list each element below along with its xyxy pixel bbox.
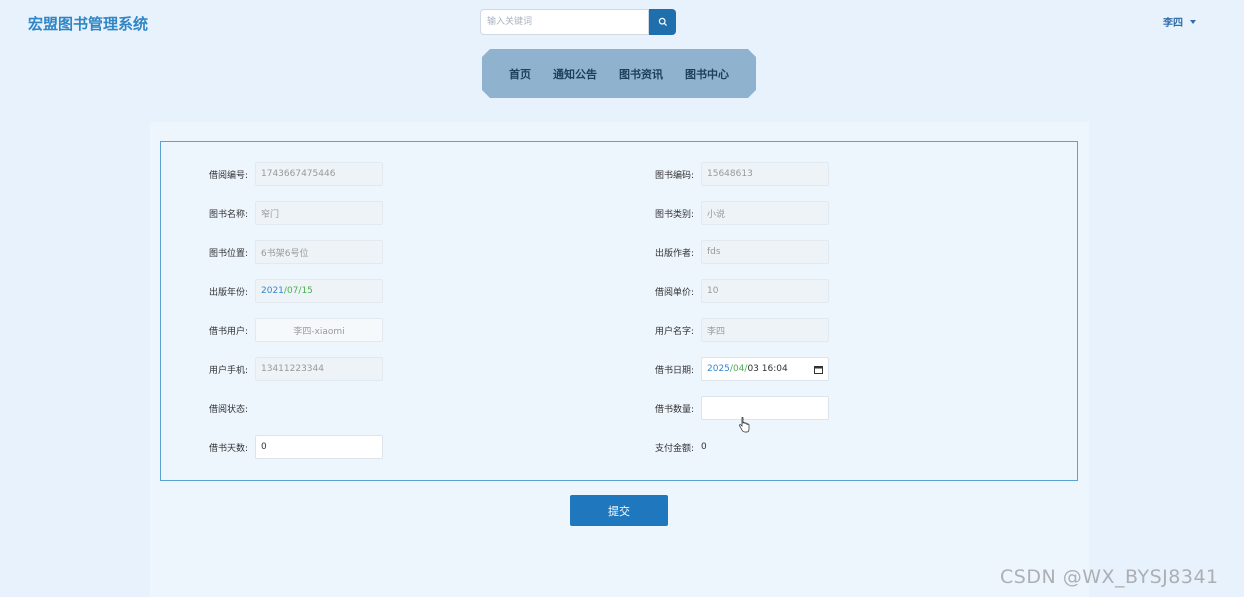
nav-item-notices[interactable]: 通知公告 (542, 66, 608, 82)
row-book-type: 图书类别: 小说 (655, 201, 829, 225)
borrow-no-label: 借阅编号: (209, 170, 249, 181)
price-field[interactable]: 10 (701, 279, 829, 303)
quantity-input[interactable] (701, 396, 829, 420)
borrow-date-input[interactable]: 2025/04/03 16:04 (701, 357, 829, 381)
search-input[interactable] (480, 9, 649, 35)
row-borrow-date: 借书日期: 2025/04/03 16:04 (655, 357, 829, 381)
borrow-user-select[interactable]: 李四-xiaomi (255, 318, 383, 342)
submit-button[interactable]: 提交 (570, 495, 668, 526)
pub-year-year: 2021 (261, 286, 284, 296)
row-book-name: 图书名称: 窄门 (209, 201, 383, 225)
borrow-date-month: /04/ (729, 364, 748, 374)
row-phone: 用户手机: 13411223344 (209, 357, 383, 381)
amount-value: 0 (701, 442, 707, 452)
watermark: CSDN @WX_BYSJ8341 (1000, 566, 1219, 588)
book-location-field[interactable]: 6书架6号位 (255, 240, 383, 264)
nav-item-home[interactable]: 首页 (498, 66, 542, 82)
row-pub-year: 出版年份: 2021/07/15 (209, 279, 383, 303)
status-label: 借阅状态: (209, 404, 249, 415)
user-name-field[interactable]: 李四 (701, 318, 829, 342)
pub-year-label: 出版年份: (209, 287, 249, 298)
row-borrow-no: 借阅编号: 1743667475446 (209, 162, 383, 186)
row-status: 借阅状态: (209, 396, 255, 420)
book-code-label: 图书编码: (655, 170, 695, 181)
book-type-label: 图书类别: (655, 209, 695, 220)
phone-field[interactable]: 13411223344 (255, 357, 383, 381)
pub-year-field[interactable]: 2021/07/15 (255, 279, 383, 303)
borrow-no-field[interactable]: 1743667475446 (255, 162, 383, 186)
amount-label: 支付金额: (655, 443, 695, 454)
row-author: 出版作者: fds (655, 240, 829, 264)
quantity-label: 借书数量: (655, 404, 695, 415)
phone-label: 用户手机: (209, 365, 249, 376)
hand-cursor-icon (739, 417, 750, 433)
search-button[interactable] (649, 9, 676, 35)
calendar-icon[interactable] (813, 364, 823, 374)
search-bar (480, 9, 676, 35)
row-user-name: 用户名字: 李四 (655, 318, 829, 342)
brand-title: 宏盟图书管理系统 (28, 15, 149, 33)
pub-year-day: 15 (301, 286, 313, 296)
row-price: 借阅单价: 10 (655, 279, 829, 303)
row-borrow-user: 借书用户: 李四-xiaomi (209, 318, 383, 342)
borrow-date-rest: 03 16:04 (747, 364, 788, 374)
days-label: 借书天数: (209, 443, 249, 454)
pub-year-month: /07/ (283, 286, 302, 296)
borrow-user-label: 借书用户: (209, 326, 249, 337)
days-input[interactable]: 0 (255, 435, 383, 459)
nav-item-book-news[interactable]: 图书资讯 (608, 66, 674, 82)
borrow-date-label: 借书日期: (655, 365, 695, 376)
user-name-label: 用户名字: (655, 326, 695, 337)
book-name-label: 图书名称: (209, 209, 249, 220)
nav-item-book-center[interactable]: 图书中心 (674, 66, 740, 82)
borrow-date-year: 2025 (707, 364, 730, 374)
author-field[interactable]: fds (701, 240, 829, 264)
user-name: 李四 (1163, 18, 1183, 29)
search-icon (658, 17, 667, 27)
row-amount: 支付金额: 0 (655, 435, 707, 459)
row-book-location: 图书位置: 6书架6号位 (209, 240, 383, 264)
book-name-field[interactable]: 窄门 (255, 201, 383, 225)
price-label: 借阅单价: (655, 287, 695, 298)
row-days: 借书天数: 0 (209, 435, 383, 459)
borrow-form (160, 141, 1078, 481)
user-menu[interactable]: 李四 (1163, 14, 1196, 29)
book-code-field[interactable]: 15648613 (701, 162, 829, 186)
main-nav: 首页 通知公告 图书资讯 图书中心 (482, 49, 756, 98)
row-book-code: 图书编码: 15648613 (655, 162, 829, 186)
book-location-label: 图书位置: (209, 248, 249, 259)
book-type-field[interactable]: 小说 (701, 201, 829, 225)
author-label: 出版作者: (655, 248, 695, 259)
chevron-down-icon (1190, 19, 1196, 24)
